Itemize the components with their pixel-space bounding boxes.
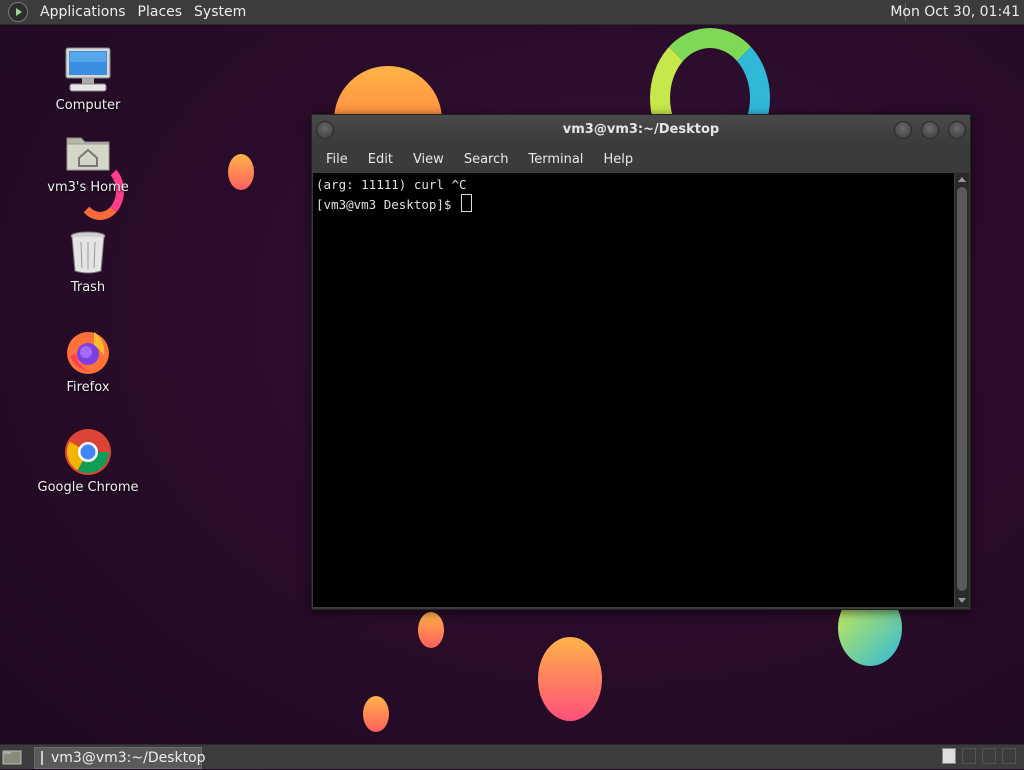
taskbar-label: vm3@vm3:~/Desktop (51, 750, 206, 766)
taskbar-button-terminal[interactable]: vm3@vm3:~/Desktop (34, 747, 206, 769)
menu-search[interactable]: Search (454, 152, 519, 167)
terminal-icon (41, 751, 43, 765)
desktop-icon-firefox[interactable]: Firefox (28, 328, 148, 395)
workspace-4[interactable] (1002, 748, 1016, 764)
applications-menu[interactable]: Applications (34, 4, 132, 20)
desktop-icon-home[interactable]: vm3's Home (28, 128, 148, 195)
wallpaper-shape (228, 154, 254, 190)
top-panel: Applications Places System Mon Oct 30, 0… (0, 0, 1024, 25)
desktop-icon-computer[interactable]: Computer (28, 46, 148, 113)
scrollbar-thumb[interactable] (957, 187, 967, 591)
desktop-icon-trash[interactable]: Trash (28, 228, 148, 295)
desktop-icon-label: Computer (55, 98, 121, 113)
system-menu[interactable]: System (188, 4, 252, 20)
clock[interactable]: Mon Oct 30, 01:41 (890, 0, 1020, 24)
desktop-icon-chrome[interactable]: Google Chrome (28, 428, 148, 495)
bottom-panel: vm3@vm3:~/Desktop (0, 744, 1024, 769)
close-button[interactable] (948, 121, 966, 139)
maximize-button[interactable] (921, 121, 939, 139)
workspace-3[interactable] (982, 748, 996, 764)
desktop-icon-label: Trash (70, 280, 106, 295)
minimize-button[interactable] (894, 121, 912, 139)
chrome-icon (64, 428, 112, 476)
menu-edit[interactable]: Edit (358, 152, 403, 167)
menu-help[interactable]: Help (593, 152, 643, 167)
show-desktop-icon[interactable] (2, 748, 22, 766)
desktop-icon-label: vm3's Home (47, 180, 129, 195)
terminal-menubar: File Edit View Search Terminal Help (312, 145, 970, 173)
desktop-icon-label: Google Chrome (37, 480, 139, 495)
terminal-window[interactable]: vm3@vm3:~/Desktop File Edit View Search … (311, 114, 971, 610)
menu-view[interactable]: View (403, 152, 454, 167)
terminal-output[interactable]: (arg: 11111) curl ^C [vm3@vm3 Desktop]$ (313, 173, 954, 607)
workspace-1[interactable] (942, 748, 956, 764)
workspace-2[interactable] (962, 748, 976, 764)
terminal-prompt-line: [vm3@vm3 Desktop]$ (316, 194, 951, 212)
trash-icon (64, 228, 112, 276)
terminal-line: (arg: 11111) curl ^C (316, 177, 467, 192)
menu-file[interactable]: File (316, 152, 358, 167)
distro-logo-icon[interactable] (8, 2, 28, 22)
wallpaper-shape (538, 637, 602, 721)
window-title: vm3@vm3:~/Desktop (562, 122, 720, 137)
scroll-down-arrow-icon[interactable] (958, 598, 966, 603)
desktop-icon-label: Firefox (66, 380, 110, 395)
firefox-icon (64, 328, 112, 376)
home-folder-icon (64, 128, 112, 176)
menu-terminal[interactable]: Terminal (518, 152, 593, 167)
terminal-prompt: [vm3@vm3 Desktop]$ (316, 197, 459, 212)
text-cursor (461, 194, 472, 212)
places-menu[interactable]: Places (132, 4, 189, 20)
wallpaper-shape (363, 696, 389, 732)
terminal-scrollbar[interactable] (955, 173, 969, 607)
wallpaper-shape (418, 612, 444, 648)
window-titlebar[interactable]: vm3@vm3:~/Desktop (312, 115, 970, 145)
computer-icon (64, 46, 112, 94)
scroll-up-arrow-icon[interactable] (958, 177, 966, 182)
